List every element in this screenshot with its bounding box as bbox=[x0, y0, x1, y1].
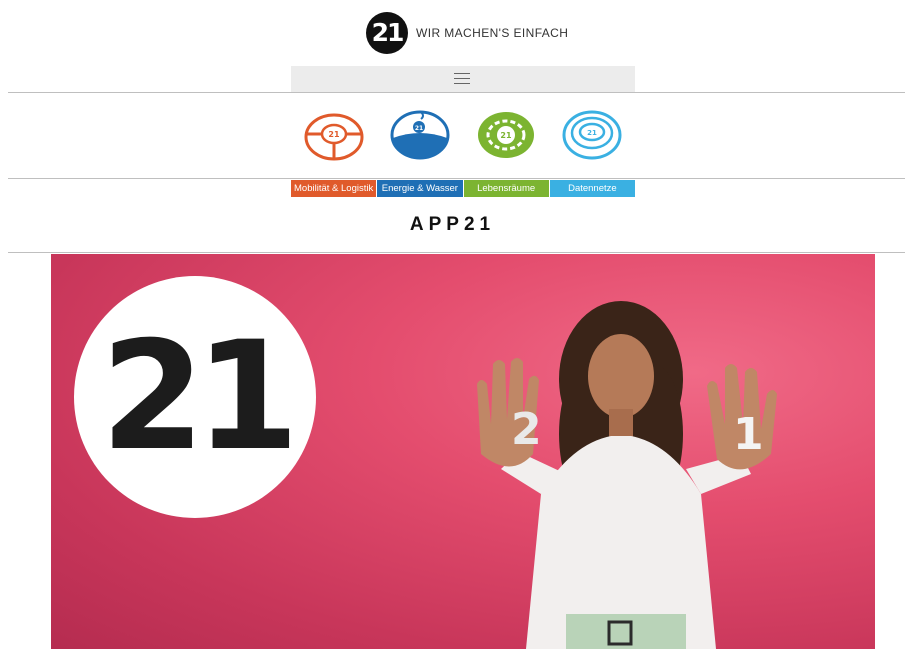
category-energy-link[interactable]: Energie & Wasser bbox=[377, 180, 463, 197]
category-nav: Mobilität & Logistik Energie & Wasser Le… bbox=[291, 180, 635, 197]
divider bbox=[8, 252, 905, 253]
svg-text:2: 2 bbox=[511, 404, 542, 455]
svg-text:21: 21 bbox=[328, 130, 340, 139]
data-networks-icon[interactable]: 21 bbox=[560, 104, 624, 166]
category-icons: 21 21 21 21 bbox=[0, 104, 905, 170]
site-header: 21 WIR MACHEN'S EINFACH bbox=[0, 10, 905, 56]
svg-text:21: 21 bbox=[587, 129, 597, 137]
hero-logo-circle: 21 bbox=[74, 276, 316, 518]
logo[interactable]: 21 bbox=[366, 12, 408, 54]
hero-image: 21 2 1 bbox=[51, 254, 875, 649]
mobility-icon[interactable]: 21 bbox=[302, 104, 366, 166]
category-data-link[interactable]: Datennetze bbox=[549, 180, 635, 197]
menu-bar[interactable] bbox=[291, 66, 635, 92]
divider bbox=[8, 178, 905, 179]
svg-text:21: 21 bbox=[415, 125, 423, 132]
energy-water-icon[interactable]: 21 bbox=[388, 104, 452, 166]
tagline: WIR MACHEN'S EINFACH bbox=[416, 26, 569, 40]
person-illustration: 2 1 bbox=[477, 301, 777, 649]
hamburger-menu-icon[interactable] bbox=[454, 73, 470, 85]
category-living-link[interactable]: Lebensräume bbox=[463, 180, 549, 197]
category-mobility-link[interactable]: Mobilität & Logistik bbox=[291, 180, 377, 197]
hero-logo-text: 21 bbox=[100, 310, 300, 484]
page-title: APP21 bbox=[409, 214, 496, 235]
svg-text:21: 21 bbox=[500, 131, 512, 140]
divider bbox=[8, 92, 905, 93]
svg-text:1: 1 bbox=[733, 409, 764, 460]
living-spaces-icon[interactable]: 21 bbox=[474, 104, 538, 166]
